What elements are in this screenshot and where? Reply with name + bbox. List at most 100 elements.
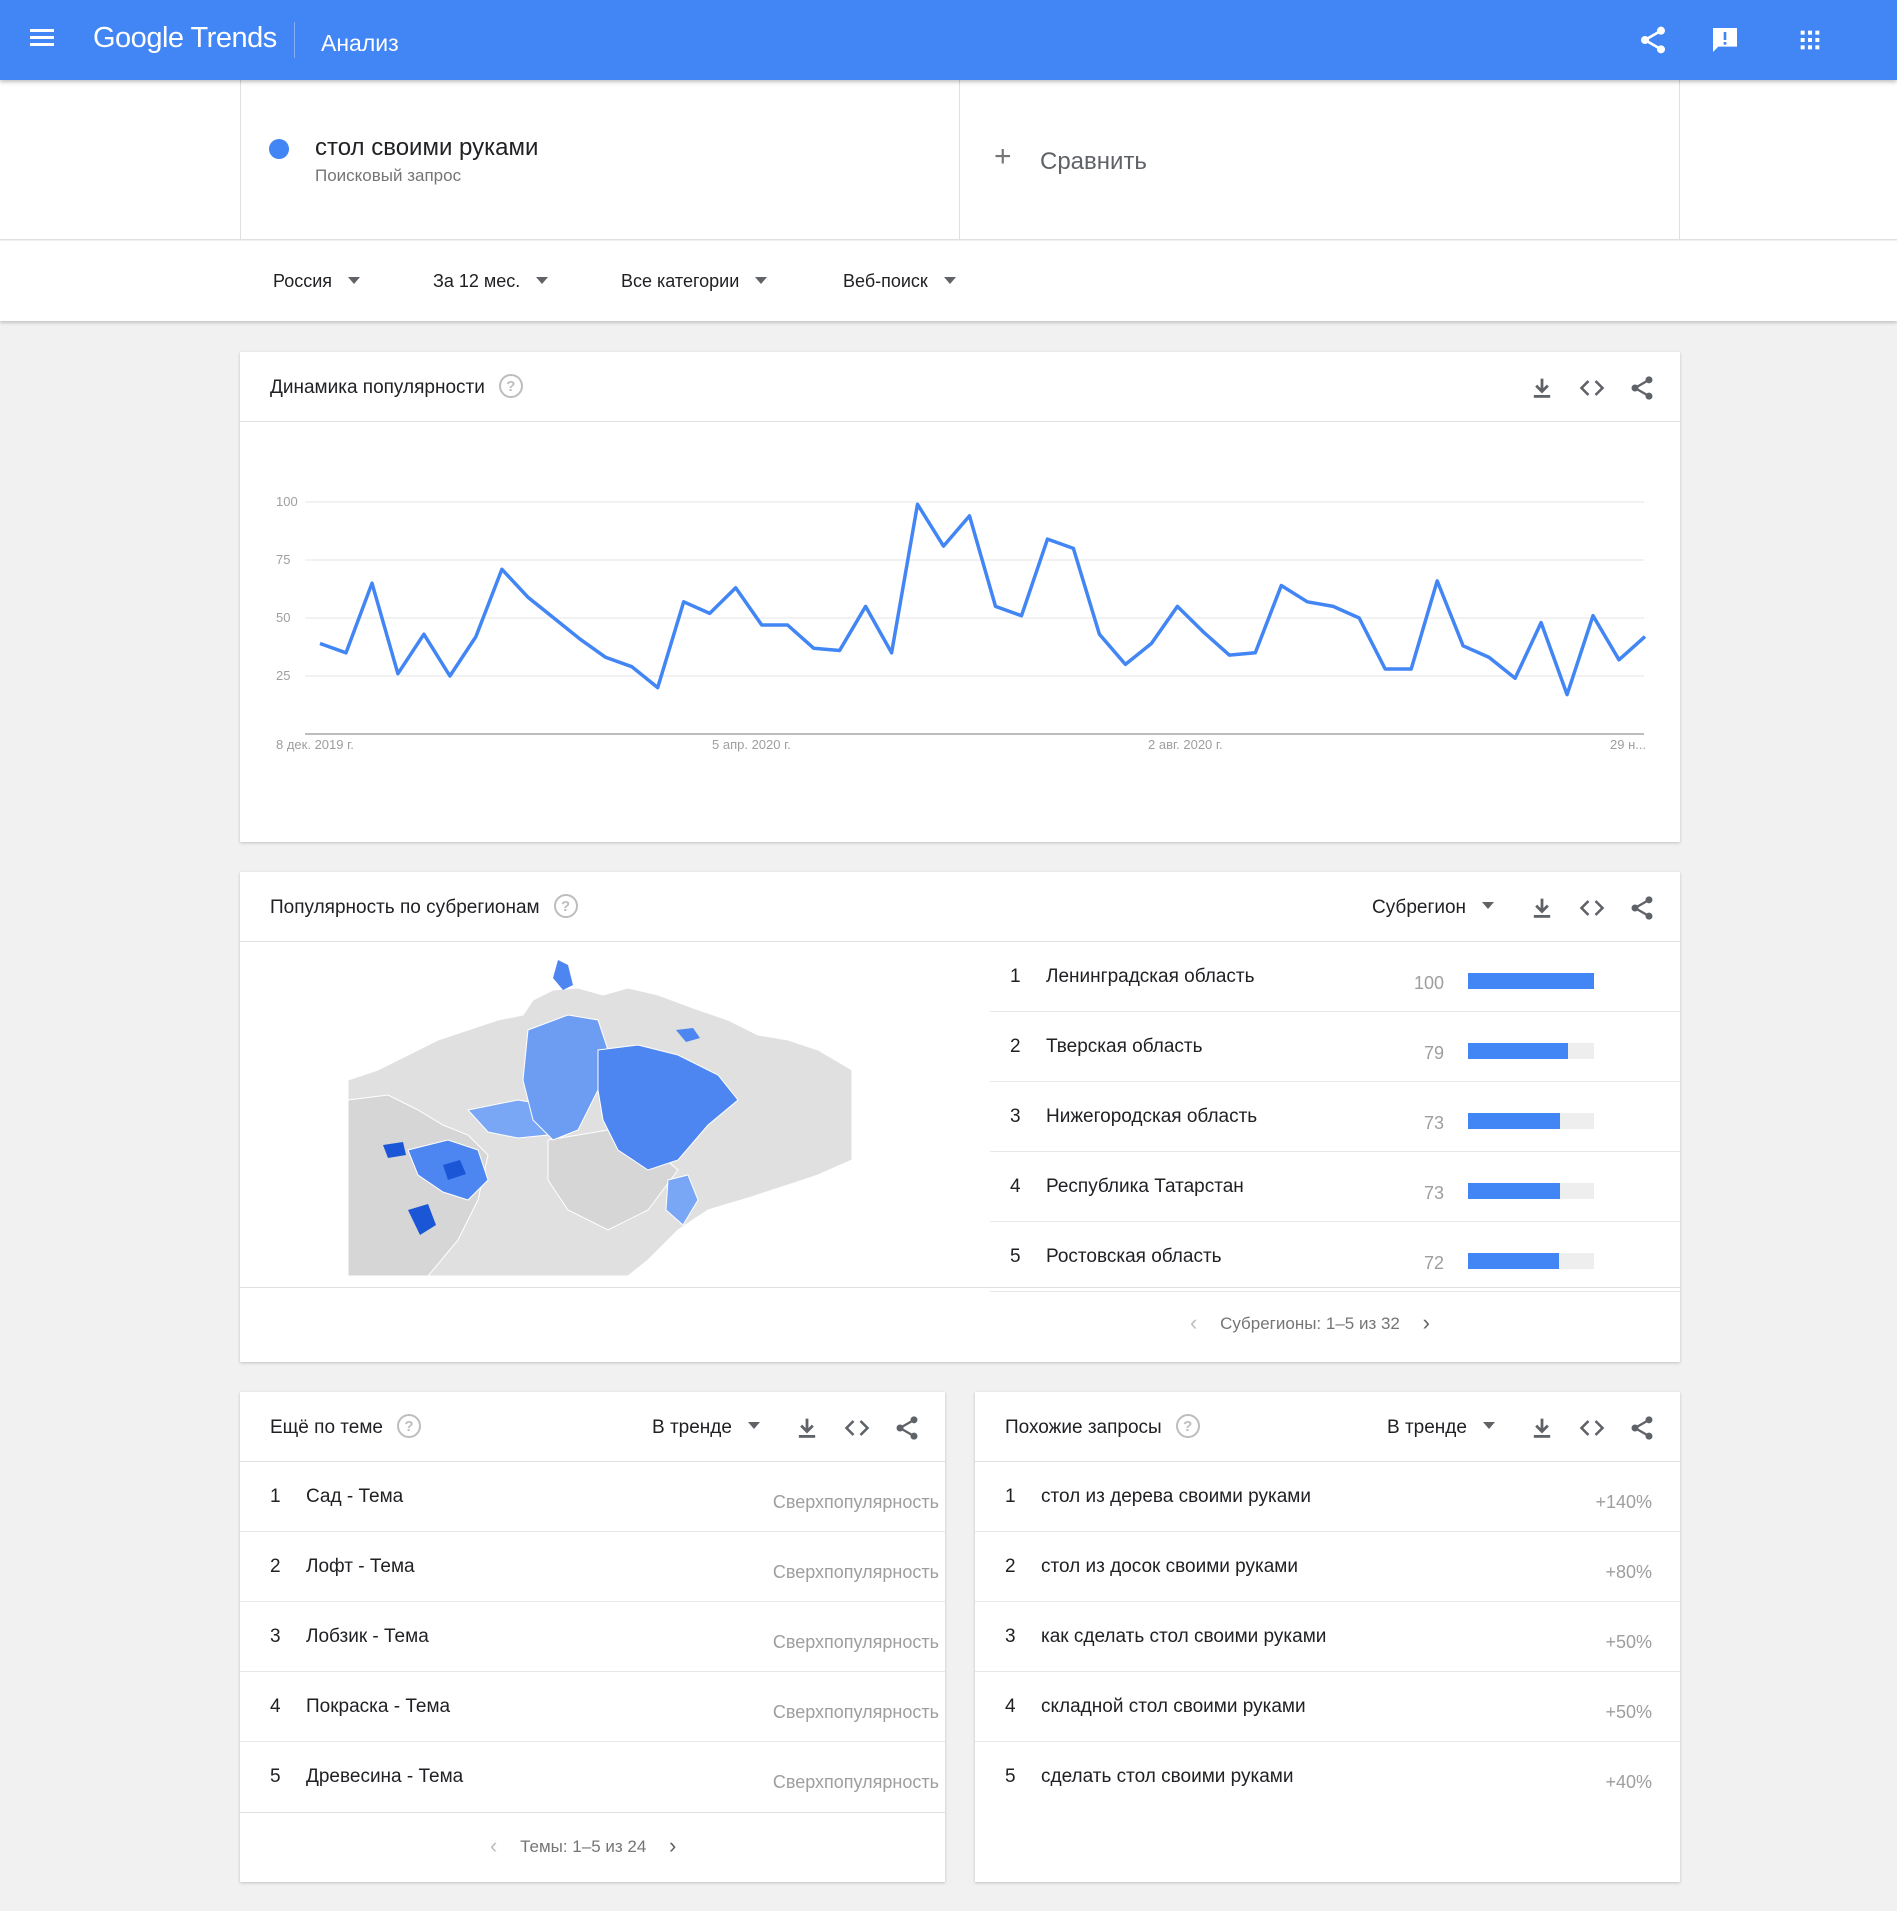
embed-icon[interactable] — [1578, 894, 1606, 922]
subregion-map[interactable] — [348, 960, 852, 1276]
row-label[interactable]: Лофт - Тема — [306, 1556, 415, 1578]
related-topic-row[interactable]: 2 Лофт - Тема Сверхпопулярность — [240, 1532, 945, 1602]
chevron-right-icon[interactable]: › — [669, 1833, 676, 1859]
help-icon[interactable]: ? — [498, 374, 523, 398]
topics-selector[interactable]: В тренде — [652, 1417, 760, 1439]
term-color-dot — [269, 139, 289, 159]
chevron-left-icon[interactable]: ‹ — [1190, 1310, 1197, 1336]
subregion-selector[interactable]: Субрегион — [1372, 897, 1495, 919]
queries-selector[interactable]: В тренде — [1387, 1417, 1495, 1439]
embed-icon[interactable] — [1578, 1414, 1606, 1442]
y-tick-label: 25 — [276, 668, 290, 683]
search-term[interactable]: стол своими руками — [315, 134, 538, 162]
subregion-name[interactable]: Нижегородская область — [1046, 1106, 1257, 1128]
y-tick-label: 100 — [276, 494, 298, 509]
row-rank: 1 — [1005, 1486, 1016, 1507]
related-query-row[interactable]: 5 сделать стол своими руками +40% — [975, 1742, 1680, 1812]
related-topic-row[interactable]: 3 Лобзик - Тема Сверхпопулярность — [240, 1602, 945, 1672]
embed-icon[interactable] — [843, 1414, 871, 1442]
row-value: Сверхпопулярность — [772, 1562, 939, 1582]
related-topic-row[interactable]: 4 Покраска - Тема Сверхпопулярность — [240, 1672, 945, 1742]
region-filter[interactable]: Россия — [273, 271, 361, 292]
subregion-bar-fill — [1468, 1253, 1559, 1269]
subregion-selector-label: Субрегион — [1372, 897, 1467, 918]
help-icon[interactable]: ? — [396, 1414, 421, 1438]
row-rank: 4 — [1010, 1176, 1021, 1197]
row-label[interactable]: Сад - Тема — [306, 1486, 403, 1508]
row-label[interactable]: стол из дерева своими руками — [1041, 1486, 1311, 1508]
period-filter-label: За 12 мес. — [433, 271, 521, 291]
feedback-icon[interactable] — [1709, 24, 1741, 56]
share-icon[interactable] — [1628, 374, 1656, 402]
subregion-name[interactable]: Ленинградская область — [1046, 966, 1255, 988]
card-title: Похожие запросы? — [1005, 1414, 1200, 1440]
plus-icon: + — [994, 140, 1012, 173]
share-icon[interactable] — [893, 1414, 921, 1442]
help-icon[interactable]: ? — [553, 894, 578, 918]
row-label[interactable]: сделать стол своими руками — [1041, 1766, 1293, 1788]
subregion-bar-fill — [1468, 1183, 1560, 1199]
share-icon[interactable] — [1628, 894, 1656, 922]
subregion-name[interactable]: Ростовская область — [1046, 1246, 1222, 1268]
chevron-left-icon[interactable]: ‹ — [490, 1833, 497, 1859]
search-term-card[interactable]: стол своими руками Поисковый запрос — [240, 80, 960, 240]
row-label[interactable]: как сделать стол своими руками — [1041, 1626, 1326, 1648]
row-label[interactable]: стол из досок своими руками — [1041, 1556, 1298, 1578]
x-tick-label: 2 авг. 2020 г. — [1148, 737, 1223, 752]
download-icon[interactable] — [1528, 894, 1556, 922]
row-label[interactable]: Древесина - Тема — [306, 1766, 463, 1788]
subregion-row[interactable]: 4 Республика Татарстан 73 — [990, 1152, 1680, 1222]
embed-icon[interactable] — [1578, 374, 1606, 402]
google-trends-logo[interactable]: Google Trends — [93, 22, 277, 55]
related-topic-row[interactable]: 5 Древесина - Тема Сверхпопулярность — [240, 1742, 945, 1812]
help-icon[interactable]: ? — [1175, 1414, 1200, 1438]
menu-icon[interactable] — [30, 26, 60, 54]
interest-line-chart[interactable]: 25 50 75 100 8 дек. 2019 г. 5 апр. 2020 г. 2 а… — [240, 422, 1680, 842]
subregion-row[interactable]: 1 Ленинградская область 100 — [990, 942, 1680, 1012]
row-rank: 5 — [1010, 1246, 1021, 1267]
compare-button[interactable]: + Сравнить — [960, 80, 1680, 240]
card-header: Похожие запросы? В тренде — [975, 1392, 1680, 1462]
subregion-row[interactable]: 3 Нижегородская область 73 — [990, 1082, 1680, 1152]
download-icon[interactable] — [1528, 1414, 1556, 1442]
related-queries-card: Похожие запросы? В тренде 1 стол из дерев… — [975, 1392, 1680, 1882]
apps-icon[interactable] — [1794, 24, 1826, 56]
subregion-bar-track — [1468, 973, 1594, 989]
caret-down-icon — [536, 276, 549, 284]
share-icon[interactable] — [1637, 24, 1669, 56]
subregion-row[interactable]: 2 Тверская область 79 — [990, 1012, 1680, 1082]
subregion-pager: ‹ Субрегионы: 1–5 из 32 › — [1190, 1310, 1430, 1338]
row-rank: 3 — [1010, 1106, 1021, 1127]
subregion-name[interactable]: Тверская область — [1046, 1036, 1203, 1058]
interest-over-time-card: Динамика популярности? 25 50 75 100 8 дек. 2… — [240, 352, 1680, 842]
download-icon[interactable] — [793, 1414, 821, 1442]
x-tick-label: 29 н... — [1610, 737, 1646, 752]
card-title: Популярность по субрегионам? — [270, 894, 578, 920]
row-value: Сверхпопулярность — [772, 1492, 939, 1512]
period-filter[interactable]: За 12 мес. — [433, 271, 549, 292]
row-value: +50% — [1605, 1632, 1652, 1652]
row-label[interactable]: Покраска - Тема — [306, 1696, 450, 1718]
filter-bar: Россия За 12 мес. Все категории Веб-поис… — [0, 241, 1897, 321]
subregion-name[interactable]: Республика Татарстан — [1046, 1176, 1244, 1198]
share-icon[interactable] — [1628, 1414, 1656, 1442]
row-label[interactable]: складной стол своими руками — [1041, 1696, 1306, 1718]
related-query-row[interactable]: 3 как сделать стол своими руками +50% — [975, 1602, 1680, 1672]
interest-by-subregion-card: Популярность по субрегионам? Субрегион 1… — [240, 872, 1680, 1362]
logo-divider — [294, 22, 295, 58]
row-label[interactable]: Лобзик - Тема — [306, 1626, 429, 1648]
topics-selector-label: В тренде — [652, 1417, 732, 1438]
topics-pager-label: Темы: 1–5 из 24 — [520, 1837, 647, 1857]
download-icon[interactable] — [1528, 374, 1556, 402]
related-topic-row[interactable]: 1 Сад - Тема Сверхпопулярность — [240, 1462, 945, 1532]
category-filter[interactable]: Все категории — [621, 271, 768, 292]
subregion-row[interactable]: 5 Ростовская область 72 — [990, 1222, 1680, 1292]
search-type-filter[interactable]: Веб-поиск — [843, 271, 956, 292]
chevron-right-icon[interactable]: › — [1423, 1310, 1430, 1336]
related-query-row[interactable]: 1 стол из дерева своими руками +140% — [975, 1462, 1680, 1532]
row-rank: 1 — [1010, 966, 1021, 987]
related-query-row[interactable]: 2 стол из досок своими руками +80% — [975, 1532, 1680, 1602]
subregion-value: 73 — [1423, 1183, 1444, 1203]
related-query-row[interactable]: 4 складной стол своими руками +50% — [975, 1672, 1680, 1742]
search-term-type: Поисковый запрос — [315, 166, 462, 185]
